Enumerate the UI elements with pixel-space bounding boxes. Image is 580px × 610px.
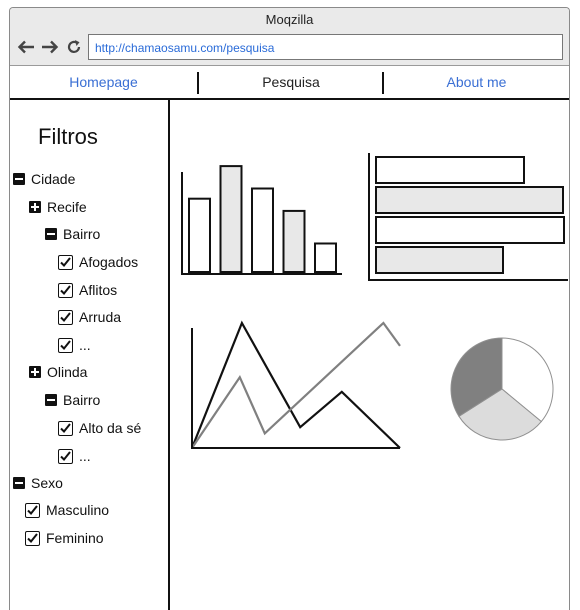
tree-node-olinda-bairro[interactable]: Bairro [45, 391, 100, 409]
tree-node-olinda[interactable]: Olinda [29, 363, 87, 381]
checkbox-feminino[interactable]: Feminino [25, 529, 104, 547]
forward-arrow-icon[interactable] [40, 38, 60, 56]
bar-chart-bar [314, 242, 337, 273]
bar-chart-bar [282, 209, 306, 273]
checkbox-checked-icon[interactable] [25, 530, 40, 546]
checkbox-checked-icon[interactable] [58, 309, 73, 325]
tree-label: Cidade [31, 171, 76, 187]
checkbox-label: Aflitos [79, 282, 118, 298]
checkbox-label: ... [79, 337, 91, 353]
address-bar[interactable]: http://chamaosamu.com/pesquisa [88, 34, 563, 60]
checkbox-label: Feminino [46, 530, 104, 546]
bar-chart-bar [219, 165, 243, 273]
line-chart-series-1 [190, 320, 401, 449]
top-navigation: Homepage Pesquisa About me [10, 66, 569, 100]
checkbox-checked-icon[interactable] [58, 254, 73, 270]
checkbox-masculino[interactable]: Masculino [25, 501, 109, 519]
checkbox-arruda[interactable]: Arruda [58, 308, 121, 326]
collapse-icon[interactable] [13, 173, 25, 185]
checkbox-label: Alto da sé [79, 420, 142, 436]
collapse-icon[interactable] [45, 394, 57, 406]
checkbox-label: Arruda [79, 309, 122, 325]
checkbox-aflitos[interactable]: Aflitos [58, 281, 117, 299]
filters-title: Filtros [38, 124, 98, 149]
tab-pesquisa[interactable]: Pesquisa [199, 66, 383, 98]
filter-sidebar: Filtros Cidade Recife Bairro Afogados Af… [10, 100, 170, 610]
checkbox-checked-icon[interactable] [58, 448, 73, 464]
charts-area [172, 100, 569, 610]
bar-chart-bar [188, 197, 211, 273]
tree-node-recife[interactable]: Recife [29, 198, 87, 216]
collapse-icon[interactable] [45, 228, 57, 240]
collapse-icon[interactable] [13, 477, 25, 489]
checkbox-afogados[interactable]: Afogados [58, 253, 138, 271]
browser-window: Moqzilla http://chamaosamu.com/pesquisa … [9, 7, 570, 610]
tree-node-sexo[interactable]: Sexo [13, 474, 63, 492]
hbar-chart-bar [375, 186, 564, 214]
tree-node-cidade[interactable]: Cidade [13, 170, 75, 188]
hbar-chart-bar [375, 246, 504, 274]
checkbox-checked-icon[interactable] [58, 337, 73, 353]
checkbox-olinda-more[interactable]: ... [58, 447, 91, 465]
reload-icon[interactable] [64, 38, 84, 56]
line-chart-axis [191, 328, 400, 449]
checkbox-recife-more[interactable]: ... [58, 336, 91, 354]
tree-label: Bairro [63, 392, 101, 408]
browser-chrome: Moqzilla http://chamaosamu.com/pesquisa [10, 8, 569, 66]
line-chart-series-2 [191, 321, 401, 449]
tree-label: Olinda [47, 364, 88, 380]
checkbox-label: Masculino [46, 502, 110, 518]
expand-icon[interactable] [29, 201, 41, 213]
checkbox-checked-icon[interactable] [58, 282, 73, 298]
tree-label: Bairro [63, 226, 101, 242]
back-arrow-icon[interactable] [16, 38, 36, 56]
checkbox-alto-da-se[interactable]: Alto da sé [58, 419, 141, 437]
hbar-chart-bar [375, 216, 565, 244]
window-title: Moqzilla [265, 12, 314, 27]
hbar-chart-bar [375, 156, 525, 184]
tree-label: Sexo [31, 475, 63, 491]
expand-icon[interactable] [29, 366, 41, 378]
checkbox-label: Afogados [79, 254, 139, 270]
checkbox-checked-icon[interactable] [58, 420, 73, 436]
checkbox-label: ... [79, 448, 91, 464]
tab-homepage[interactable]: Homepage [10, 66, 197, 98]
tab-about-me[interactable]: About me [384, 66, 569, 98]
tree-node-recife-bairro[interactable]: Bairro [45, 225, 100, 243]
bar-chart-bar [251, 187, 274, 273]
tree-label: Recife [47, 199, 87, 215]
charts-canvas [181, 153, 568, 449]
checkbox-checked-icon[interactable] [25, 502, 40, 518]
